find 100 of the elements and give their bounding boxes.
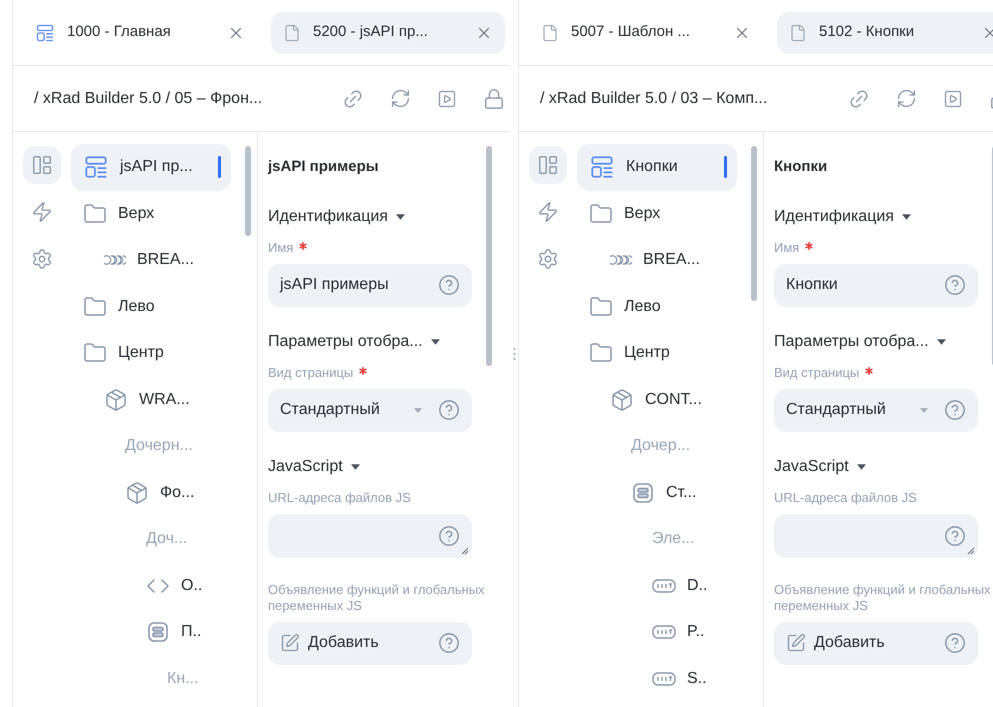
section-header[interactable]: Идентификация — [268, 206, 472, 228]
section-header[interactable]: JavaScript — [774, 456, 978, 478]
select-field[interactable]: Стандартный — [774, 388, 978, 432]
file-icon — [541, 24, 559, 42]
field-label: Объявление функций и глобальных переменных JS — [774, 582, 992, 614]
folder-icon — [83, 294, 107, 319]
button-element-icon — [652, 578, 676, 594]
breadcrumb: / xRad Builder 5.0 / 03 – Комп... — [540, 88, 768, 108]
section-header[interactable]: Параметры отобра... — [774, 330, 978, 352]
caret-icon — [856, 464, 866, 470]
textarea-field[interactable] — [268, 514, 472, 558]
caret-icon — [430, 338, 440, 344]
tab[interactable]: 5007 - Шаблон ... — [529, 12, 763, 54]
required-asterisk-icon — [805, 242, 814, 250]
dropdown-caret-icon — [414, 408, 422, 412]
help-icon[interactable] — [944, 524, 966, 546]
tree-item[interactable]: О.. — [71, 562, 231, 609]
tree-item[interactable]: П.. — [71, 609, 231, 656]
container-icon — [146, 620, 170, 644]
package-icon — [610, 388, 634, 412]
scrollbar-thumb[interactable] — [751, 146, 757, 301]
container-icon — [631, 480, 655, 505]
tree-item[interactable]: Центр — [71, 330, 231, 376]
package-icon — [104, 388, 128, 412]
field-label: Имя — [774, 240, 800, 256]
resize-grip-icon[interactable] — [967, 546, 975, 554]
file-icon — [283, 24, 301, 42]
help-icon[interactable] — [438, 632, 460, 654]
help-icon[interactable] — [438, 399, 460, 421]
refresh-icon[interactable] — [896, 88, 917, 109]
tree-item[interactable]: D.. — [577, 562, 737, 609]
tree-item[interactable]: S.. — [577, 656, 737, 702]
scrollbar-thumb[interactable] — [245, 146, 251, 236]
button-element-icon — [652, 624, 676, 640]
scrollbar-thumb[interactable] — [486, 146, 492, 366]
page-layout-icon — [35, 22, 55, 42]
button-element-icon — [652, 670, 676, 687]
edit-icon — [280, 633, 300, 653]
field-label: URL-адреса файлов JS — [774, 490, 917, 506]
required-asterisk-icon — [865, 366, 874, 374]
resize-grip-icon[interactable] — [461, 546, 469, 554]
section-header[interactable]: Идентификация — [774, 206, 978, 228]
tree-item[interactable]: Кнопки — [577, 144, 737, 190]
breadcrumb: / xRad Builder 5.0 / 05 – Фрон... — [34, 88, 264, 108]
tree-item[interactable]: CONT... — [577, 376, 737, 423]
tree-item[interactable]: Лево — [577, 284, 737, 330]
tree-item[interactable]: Ст... — [577, 470, 737, 516]
required-asterisk-icon — [359, 366, 368, 374]
textarea-field[interactable] — [774, 514, 978, 558]
tree-item[interactable]: Центр — [577, 330, 737, 376]
field-label: Вид страницы — [774, 364, 860, 380]
field-label: Вид страницы — [268, 364, 354, 380]
help-icon[interactable] — [944, 399, 966, 421]
text-field[interactable]: Кнопки — [774, 264, 978, 306]
caret-icon — [902, 214, 911, 220]
preview-icon[interactable] — [943, 88, 963, 108]
structure-rail-icon[interactable] — [529, 146, 567, 184]
field-label: Имя — [268, 240, 294, 256]
tab[interactable]: 5102 - Кнопки — [777, 12, 993, 54]
tab[interactable]: 5200 - jsAPI пр... — [271, 12, 505, 54]
tree-item[interactable]: Лево — [71, 284, 231, 330]
tree-item[interactable]: BREA... — [71, 237, 231, 284]
dropdown-caret-icon — [920, 408, 928, 412]
breadcrumbs-icon — [610, 253, 632, 268]
refresh-icon[interactable] — [390, 88, 411, 109]
section-header[interactable]: JavaScript — [268, 456, 472, 478]
page-layout-icon — [83, 154, 109, 180]
lock-icon[interactable] — [483, 88, 505, 110]
page-layout-icon — [589, 154, 615, 180]
required-asterisk-icon — [299, 242, 308, 250]
tab[interactable]: 1000 - Главная — [23, 12, 257, 54]
folder-icon — [589, 294, 613, 319]
tree-item[interactable]: jsAPI пр... — [71, 144, 231, 190]
panel-title: Кнопки — [774, 157, 828, 177]
tree-item[interactable]: P.. — [577, 609, 737, 656]
tree-item[interactable]: BREA... — [577, 237, 737, 284]
folder-icon — [589, 202, 613, 226]
tree-item[interactable]: Фо... — [71, 470, 231, 516]
help-icon[interactable] — [944, 274, 966, 296]
edit-icon — [786, 633, 806, 653]
caret-icon — [936, 338, 946, 344]
section-header[interactable]: Параметры отобра... — [268, 330, 472, 352]
caret-icon — [396, 214, 405, 220]
text-field[interactable]: jsAPI примеры — [268, 264, 472, 306]
package-icon — [125, 480, 149, 505]
tree-item[interactable]: Верх — [577, 190, 737, 237]
file-icon — [789, 24, 807, 42]
breadcrumbs-icon — [104, 253, 126, 268]
help-icon[interactable] — [944, 632, 966, 654]
select-field[interactable]: Стандартный — [268, 388, 472, 432]
help-icon[interactable] — [438, 274, 460, 296]
tree-item[interactable]: Верх — [71, 190, 231, 237]
folder-icon — [83, 202, 107, 226]
preview-icon[interactable] — [437, 88, 457, 108]
tree-item[interactable]: WRA... — [71, 376, 231, 423]
resize-handle[interactable] — [512, 346, 516, 360]
structure-rail-icon[interactable] — [23, 146, 61, 184]
help-icon[interactable] — [438, 524, 460, 546]
panel-title: jsAPI примеры — [268, 157, 380, 177]
field-label: Объявление функций и глобальных переменных JS — [268, 582, 486, 614]
